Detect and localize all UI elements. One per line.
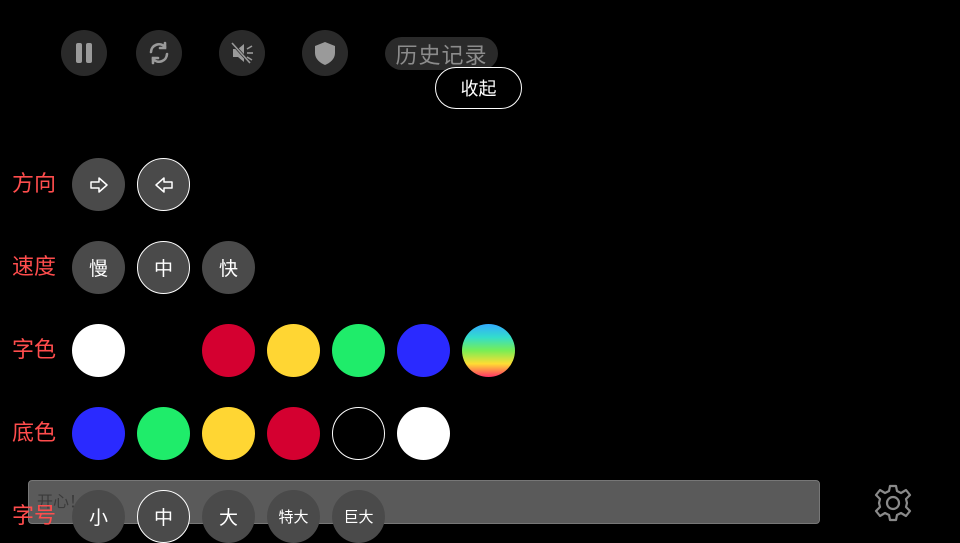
- shield-button[interactable]: [302, 30, 348, 76]
- font-size-medium-button[interactable]: 中: [137, 490, 190, 543]
- pause-button[interactable]: [61, 30, 107, 76]
- speed-medium-label: 中: [153, 258, 173, 280]
- direction-right-button[interactable]: [72, 158, 125, 211]
- history-label: 历史记录: [395, 43, 488, 69]
- font-size-extra-large-label: 特大: [278, 508, 309, 526]
- background-color-blue-swatch[interactable]: [72, 407, 125, 460]
- font-size-huge-button[interactable]: 巨大: [332, 490, 385, 543]
- direction-label: 方向: [12, 172, 57, 197]
- speed-fast-button[interactable]: 快: [202, 241, 255, 294]
- mute-icon: [230, 41, 253, 65]
- refresh-button[interactable]: [136, 30, 182, 76]
- background-color-label: 底色: [12, 421, 57, 446]
- speed-slow-label: 慢: [88, 258, 108, 280]
- speed-label: 速度: [12, 255, 57, 280]
- text-color-label: 字色: [12, 338, 57, 363]
- shield-icon: [315, 42, 335, 65]
- text-color-red-swatch[interactable]: [202, 324, 255, 377]
- collapse-label: 收起: [460, 79, 497, 100]
- background-color-yellow-swatch[interactable]: [202, 407, 255, 460]
- settings-button[interactable]: [872, 482, 914, 524]
- pause-icon: [76, 43, 92, 63]
- text-color-rainbow-swatch[interactable]: [462, 324, 515, 377]
- mute-button[interactable]: [219, 30, 265, 76]
- font-size-small-label: 小: [88, 507, 108, 529]
- background-color-black-swatch[interactable]: [332, 407, 385, 460]
- speed-medium-button[interactable]: 中: [137, 241, 190, 294]
- background-color-green-swatch[interactable]: [137, 407, 190, 460]
- font-size-medium-label: 中: [153, 507, 173, 529]
- left-arrow-icon: [154, 176, 173, 193]
- font-size-small-button[interactable]: 小: [72, 490, 125, 543]
- history-button[interactable]: 历史记录: [385, 37, 498, 70]
- right-arrow-icon: [89, 176, 108, 193]
- speed-fast-label: 快: [218, 258, 238, 280]
- background-color-red-swatch[interactable]: [267, 407, 320, 460]
- speed-slow-button[interactable]: 慢: [72, 241, 125, 294]
- font-size-huge-label: 巨大: [343, 508, 374, 526]
- refresh-icon: [149, 41, 169, 65]
- text-color-white-swatch[interactable]: [72, 324, 125, 377]
- text-color-yellow-swatch[interactable]: [267, 324, 320, 377]
- collapse-button[interactable]: 收起: [435, 67, 522, 109]
- text-color-black-swatch[interactable]: [137, 324, 190, 377]
- background-color-white-swatch[interactable]: [397, 407, 450, 460]
- text-color-green-swatch[interactable]: [332, 324, 385, 377]
- gear-icon: [874, 484, 912, 522]
- text-color-blue-swatch[interactable]: [397, 324, 450, 377]
- font-size-extra-large-button[interactable]: 特大: [267, 490, 320, 543]
- direction-left-button[interactable]: [137, 158, 190, 211]
- font-size-large-label: 大: [218, 507, 238, 529]
- font-size-large-button[interactable]: 大: [202, 490, 255, 543]
- font-size-label: 字号: [12, 504, 57, 529]
